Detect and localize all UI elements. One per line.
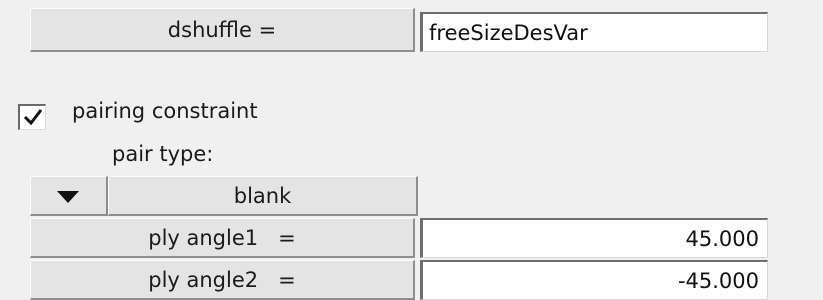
pair-type-dropdown-button[interactable] [30,176,108,216]
pairing-constraint-label: pairing constraint [72,99,258,123]
dshuffle-label-button[interactable]: dshuffle = [30,8,415,52]
ply-angle1-label-button[interactable]: ply angle1 = [30,218,415,258]
pair-type-label: pair type: [112,142,214,166]
check-icon [23,109,43,126]
pairing-constraint-checkbox[interactable] [18,104,46,130]
ply-angle2-label-button[interactable]: ply angle2 = [30,260,415,300]
ply-angle1-field[interactable]: 45.000 [420,218,768,258]
ply-angle2-field[interactable]: -45.000 [420,260,768,300]
pair-type-select[interactable]: blank [108,176,418,216]
dshuffle-field[interactable]: freeSizeDesVar [420,12,768,52]
triangle-down-icon [57,191,79,203]
